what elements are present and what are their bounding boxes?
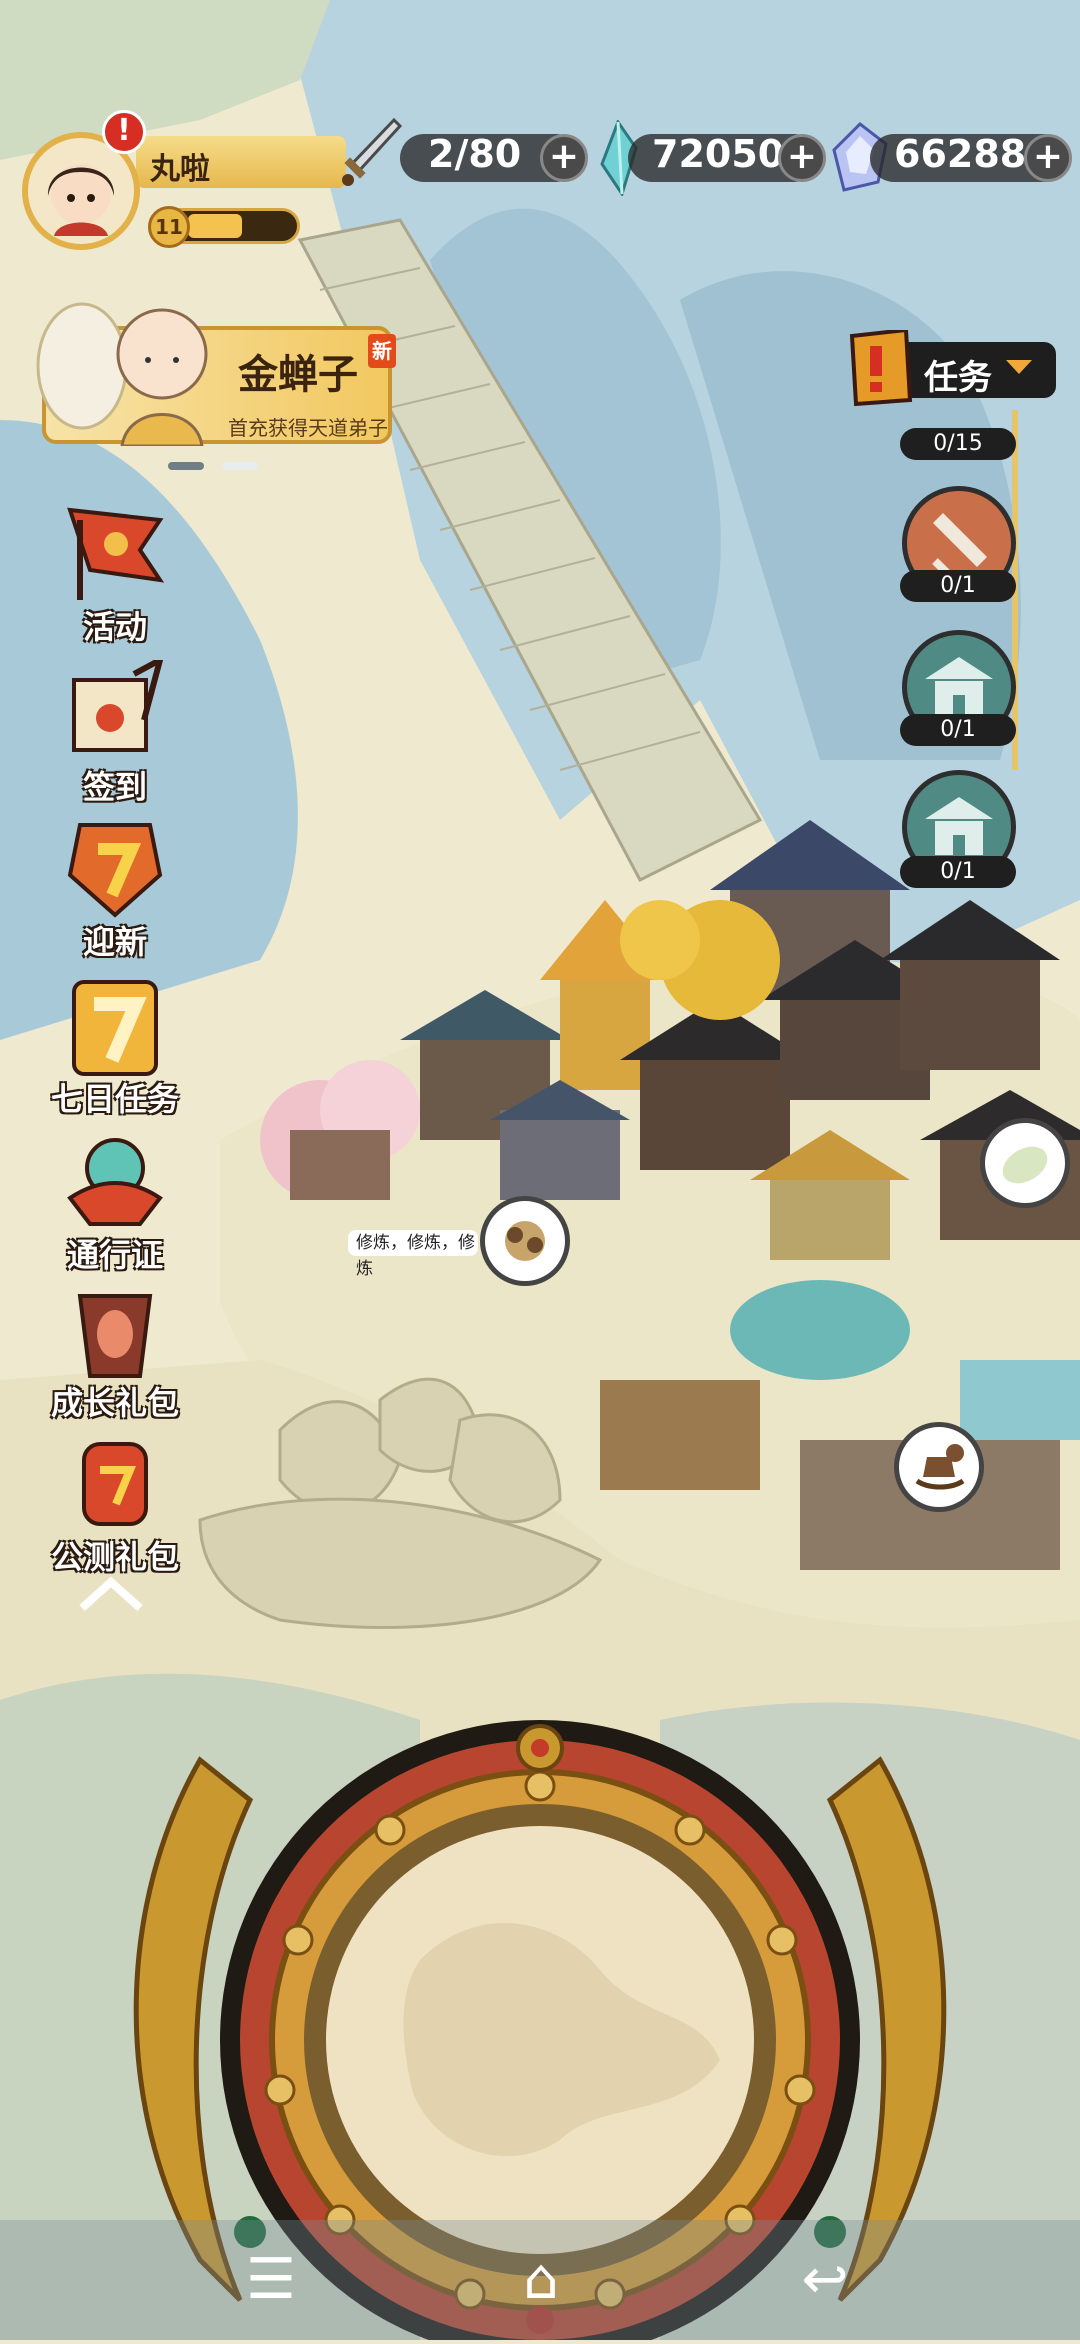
promo-character-name: 金蝉子 [238,352,358,398]
menu-label-seven-day-tasks: 七日任务 [50,1080,179,1118]
rice-ball-bubble[interactable] [980,1118,1070,1208]
add-jade-button[interactable]: + [778,134,826,182]
task-counter-4: 0/1 [900,856,1016,888]
rocking-horse-bubble[interactable] [894,1422,984,1512]
rocking-horse-icon [915,1444,965,1490]
nav-menu-button[interactable]: ☰ [226,2240,316,2320]
menu-checkin[interactable]: 签到 [20,654,210,810]
scroll-brush-icon [60,654,170,770]
menu-activity[interactable]: 活动 [20,500,210,650]
notification-badge: ! [102,110,146,154]
nav-back-button[interactable]: ↩ [780,2240,870,2320]
orb-pass-icon [60,1128,170,1238]
task-panel-label: 任务 [924,358,992,398]
sword-bundle-icon [505,1221,545,1261]
rice-ball-icon [1002,1146,1048,1184]
sword-icon [338,114,406,190]
seven-badge-icon [60,815,170,925]
task-counter-3: 0/1 [900,714,1016,746]
menu-label-welcome: 迎新 [82,923,147,961]
task-counter-1: 0/15 [900,428,1016,460]
game-scene[interactable]: 丸啦 ! 11 2/80 + 720506 + 66288 + 金蝉子 新 首充… [0,0,1080,2344]
nav-home-button[interactable]: ⌂ [496,2240,586,2320]
player-name: 丸啦 [150,152,210,187]
menu-welcome[interactable]: 迎新 [20,815,210,965]
menu-open-beta-pack[interactable]: 公测礼包 [20,1430,210,1580]
task-counter-2: 0/1 [900,570,1016,602]
add-stamina-button[interactable]: + [540,134,588,182]
sword-bundle-bubble[interactable] [480,1196,570,1286]
promo-subtitle: 首充获得天道弟子 [228,416,388,440]
menu-growth-pack[interactable]: 成长礼包 [20,1276,210,1426]
menu-battle-pass[interactable]: 通行证 [20,1128,210,1278]
menu-label-checkin: 签到 [82,768,147,806]
menu-label-growth-pack: 成长礼包 [50,1384,179,1422]
collapse-menu-chevron-icon[interactable] [76,1574,146,1614]
menu-seven-day-tasks[interactable]: 七日任务 [20,972,210,1122]
level-badge: 11 [148,206,190,248]
avatar-portrait-icon [47,164,115,236]
menu-label-battle-pass: 通行证 [66,1236,163,1274]
stamina-value: 2/80 [428,132,522,176]
banner-flag-icon [60,500,170,610]
gem-value: 66288 [894,132,1027,176]
carousel-dot-1 [168,462,204,470]
add-gem-button[interactable]: + [1024,134,1072,182]
carousel-dot-2 [222,462,258,470]
monk-portrait-icon [32,296,232,448]
disciple-chat-bubble: 修炼，修炼，修炼 [348,1230,478,1279]
menu-label-open-beta-pack: 公测礼包 [50,1538,179,1576]
seven-day-icon [60,972,170,1082]
lantern-gift-icon [60,1430,170,1540]
menu-label-activity: 活动 [82,608,147,646]
new-tag-badge: 新 [368,334,396,368]
level-progress-fill [188,214,242,238]
vase-gift-icon [60,1276,170,1386]
